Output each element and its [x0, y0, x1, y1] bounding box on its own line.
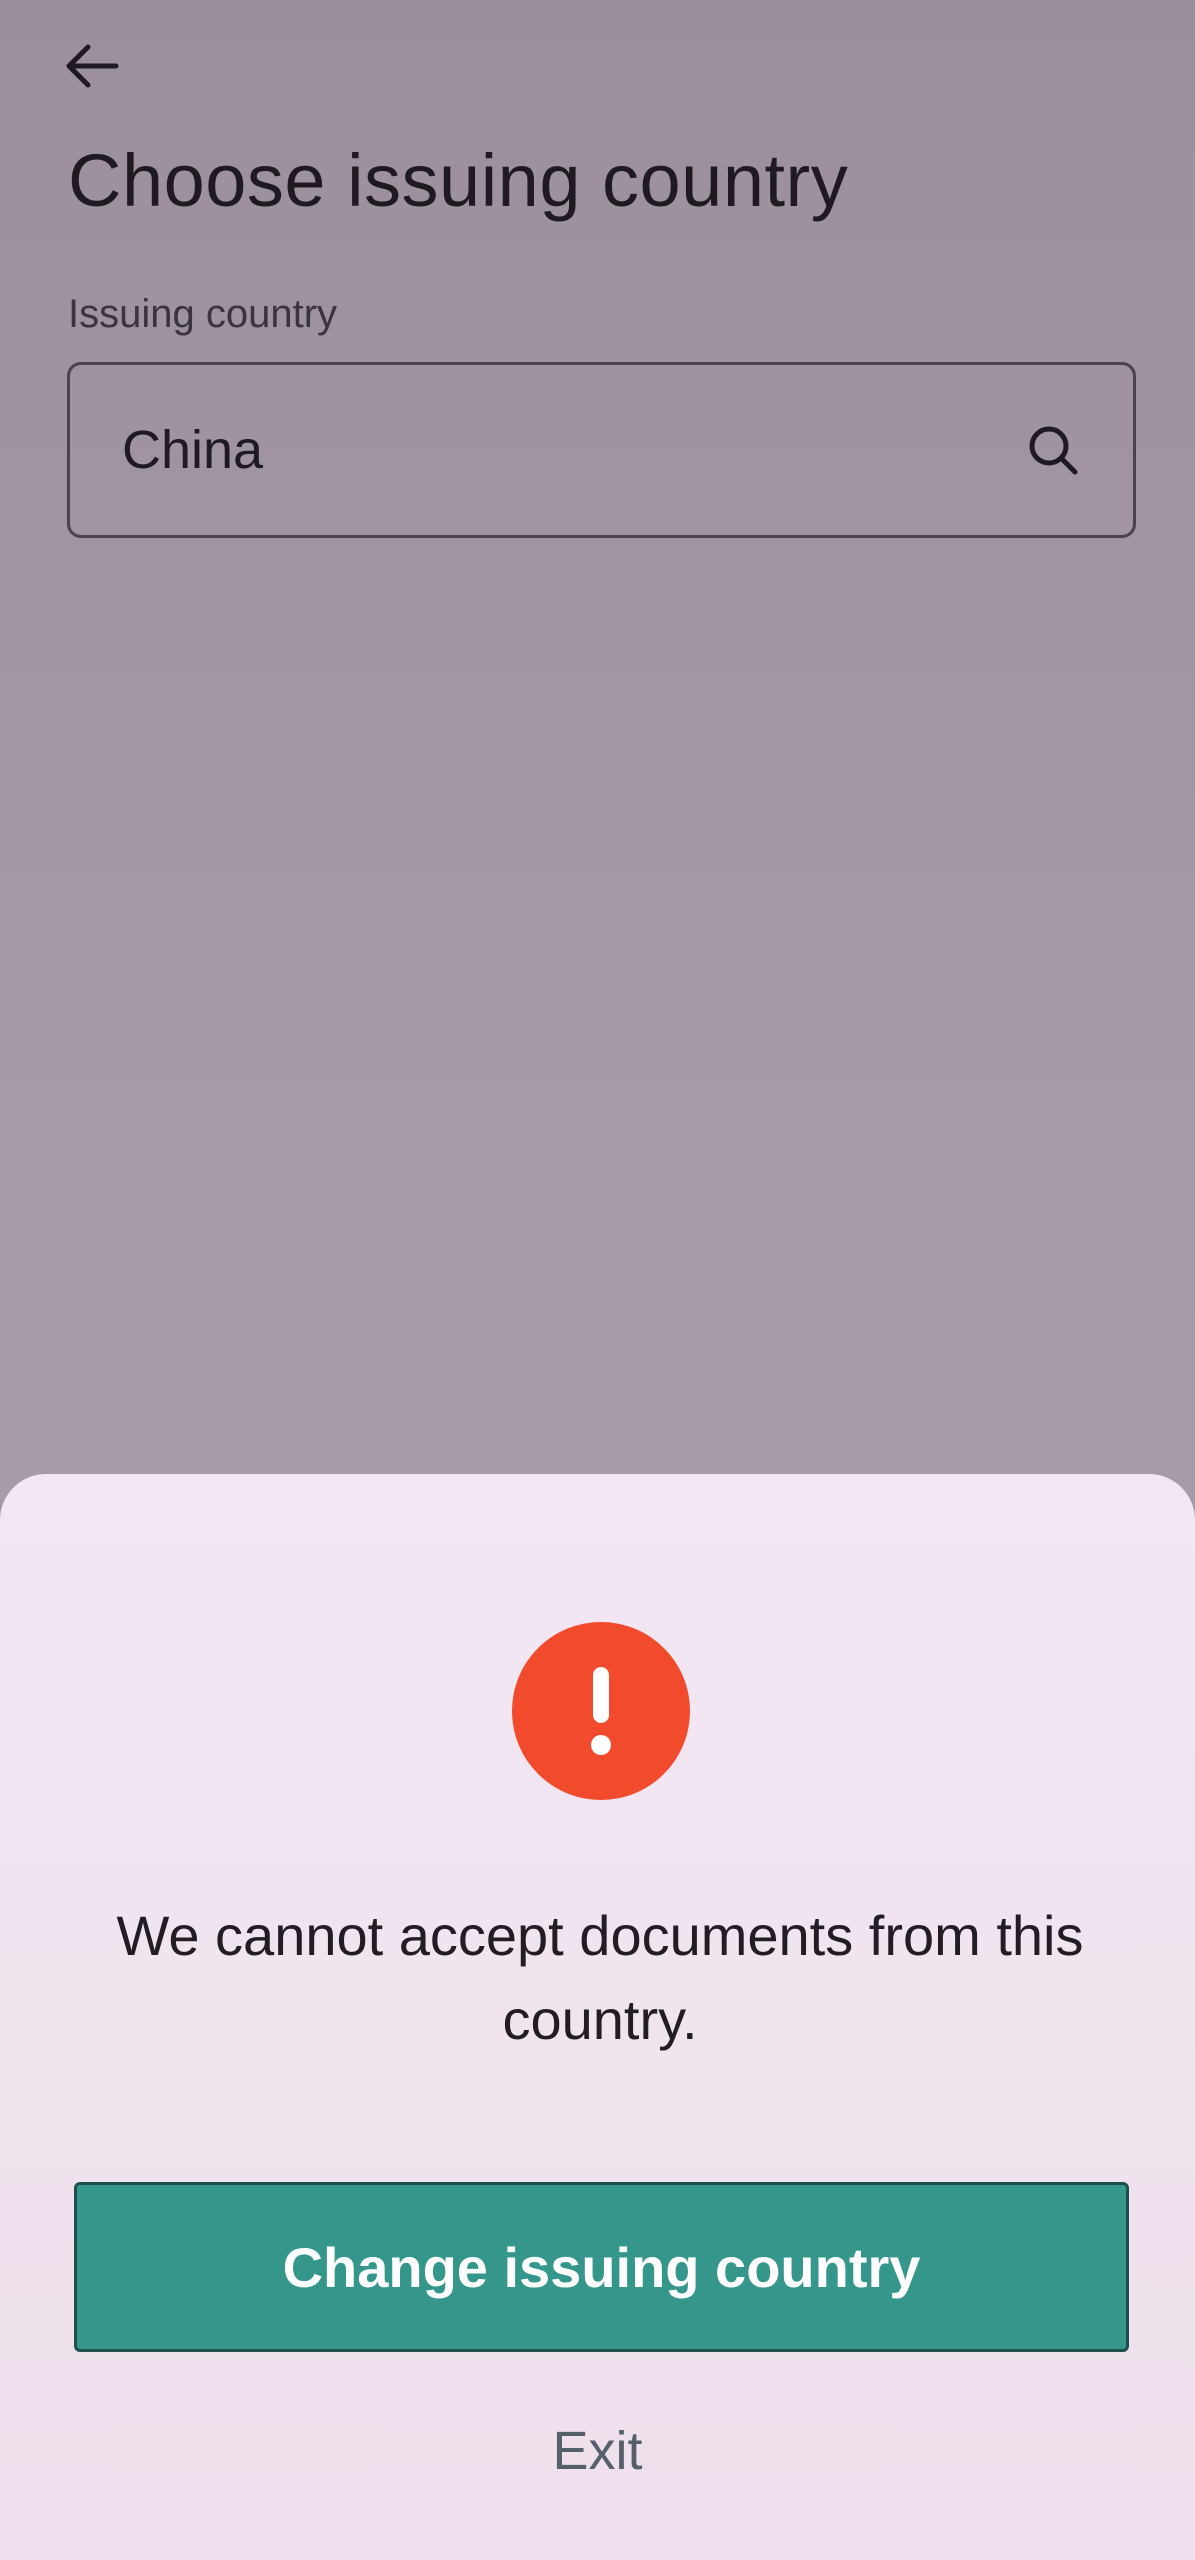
issuing-country-label: Issuing country — [68, 292, 338, 336]
change-issuing-country-button[interactable]: Change issuing country — [74, 2182, 1129, 2352]
exit-button[interactable]: Exit — [0, 2420, 1195, 2482]
issuing-country-value: China — [122, 420, 264, 480]
alert-exclamation-icon — [512, 1622, 690, 1800]
back-button[interactable] — [52, 26, 132, 106]
page-title: Choose issuing country — [68, 139, 849, 222]
arrow-left-icon — [66, 44, 119, 88]
search-icon[interactable] — [1023, 420, 1083, 480]
error-message: We cannot accept documents from this cou… — [116, 1904, 1084, 2051]
issuing-country-field[interactable]: China — [67, 362, 1136, 538]
error-bottom-sheet: We cannot accept documents from this cou… — [0, 1474, 1195, 2560]
